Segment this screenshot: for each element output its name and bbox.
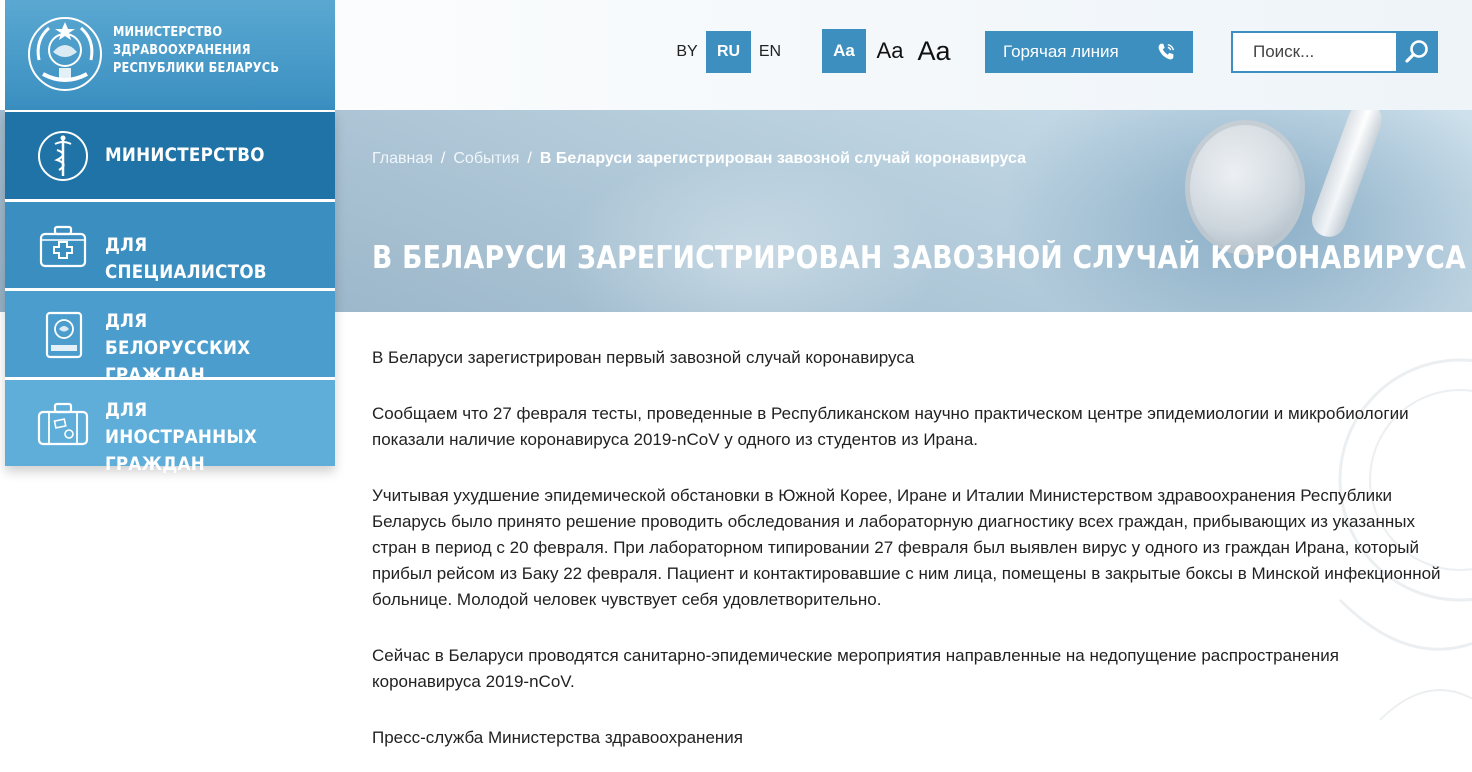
sidebar-label-line: ДЛЯ БЕЛОРУССКИХ: [105, 310, 251, 359]
font-size-large-button[interactable]: Aa: [912, 29, 956, 73]
font-size-medium-button[interactable]: Aa: [868, 29, 912, 73]
sidebar-item-belarus-citizens[interactable]: ДЛЯ БЕЛОРУССКИХ ГРАЖДАН: [5, 288, 335, 386]
breadcrumb-separator: /: [527, 150, 532, 167]
phone-icon: [1158, 43, 1175, 60]
lang-en[interactable]: EN: [751, 31, 789, 73]
lang-by[interactable]: BY: [668, 31, 706, 73]
article-paragraph: Учитывая ухудшение эпидемической обстано…: [372, 486, 1441, 609]
sidebar-label-line: ДЛЯ ИНОСТРАННЫХ: [105, 399, 258, 448]
lang-ru[interactable]: RU: [706, 31, 751, 73]
hotline-button[interactable]: Горячая линия: [985, 31, 1193, 73]
search-icon: [1405, 40, 1428, 63]
page-title: В БЕЛАРУСИ ЗАРЕГИСТРИРОВАН ЗАВОЗНОЙ СЛУЧ…: [372, 240, 1466, 276]
breadcrumb-separator: /: [440, 150, 446, 167]
logo-line: РЕСПУБЛИКИ БЕЛАРУСЬ: [113, 61, 280, 76]
sidebar-item-label: ДЛЯ СПЕЦИАЛИСТОВ: [105, 232, 299, 286]
hotline-label: Горячая линия: [1003, 42, 1119, 61]
breadcrumb-current: В Беларуси зарегистрирован завозной случ…: [539, 150, 1027, 167]
caduceus-icon: [38, 131, 88, 181]
ministry-logo[interactable]: МИНИСТЕРСТВО ЗДРАВООХРАНЕНИЯ РЕСПУБЛИКИ …: [5, 0, 335, 110]
sidebar-label-line: ГРАЖДАН: [105, 453, 205, 475]
sidebar-item-label: ДЛЯ ИНОСТРАННЫХ ГРАЖДАН: [105, 397, 299, 478]
passport-icon: [45, 311, 83, 359]
search-input[interactable]: [1231, 31, 1396, 73]
sidebar-label-line: МИНИСТЕРСТВО: [105, 144, 265, 166]
logo-line: ЗДРАВООХРАНЕНИЯ: [113, 43, 251, 58]
article-paragraph: Сейчас в Беларуси проводятся санитарно-э…: [372, 646, 1339, 691]
suitcase-icon: [37, 402, 89, 446]
sidebar-item-ministry[interactable]: МИНИСТЕРСТВО: [5, 110, 335, 199]
search-button[interactable]: [1396, 31, 1438, 73]
sidebar-nav: МИНИСТЕРСТВО ДЛЯ СПЕЦИАЛИСТОВ ДЛЯ БЕЛОРУ…: [5, 110, 335, 475]
first-aid-kit-icon: [39, 225, 87, 268]
article-body: В Беларуси зарегистрирован первый завозн…: [372, 345, 1442, 772]
font-size-switcher: Aa Aa Aa: [822, 29, 956, 73]
sidebar-item-specialists[interactable]: ДЛЯ СПЕЦИАЛИСТОВ: [5, 199, 335, 288]
language-switcher: BY RU EN: [668, 31, 789, 73]
logo-line: МИНИСТЕРСТВО: [113, 25, 223, 40]
search-box: [1231, 31, 1438, 73]
article-signature: Пресс-служба Министерства здравоохранени…: [372, 728, 743, 747]
breadcrumb-home-link[interactable]: Главная: [372, 150, 433, 167]
sidebar-item-label: МИНИСТЕРСТВО: [105, 142, 299, 169]
article-paragraph: Сообщаем что 27 февраля тесты, проведенн…: [372, 404, 1409, 449]
sidebar-label-line: ДЛЯ СПЕЦИАЛИСТОВ: [105, 234, 267, 283]
logo-text: МИНИСТЕРСТВО ЗДРАВООХРАНЕНИЯ РЕСПУБЛИКИ …: [113, 24, 307, 78]
breadcrumb-events-link[interactable]: События: [453, 150, 519, 167]
sidebar-item-foreign-citizens[interactable]: ДЛЯ ИНОСТРАННЫХ ГРАЖДАН: [5, 377, 335, 475]
article-paragraph: В Беларуси зарегистрирован первый завозн…: [372, 348, 915, 367]
breadcrumb: Главная / События / В Беларуси зарегистриров…: [372, 150, 1026, 168]
font-size-small-button[interactable]: Aa: [822, 29, 866, 73]
belarus-emblem-icon: [28, 17, 102, 91]
